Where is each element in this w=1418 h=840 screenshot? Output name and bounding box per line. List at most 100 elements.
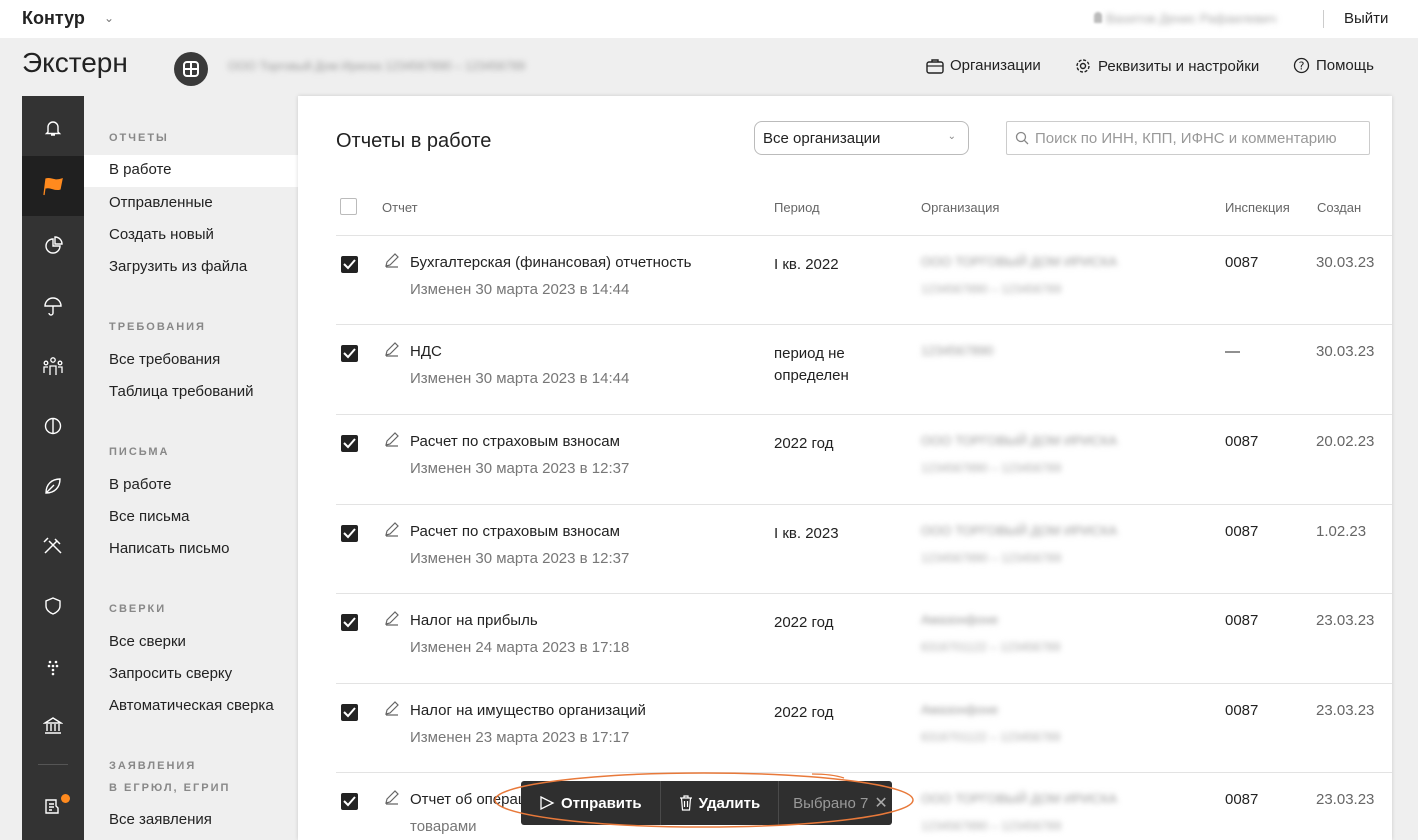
- delete-label: Удалить: [698, 794, 761, 812]
- logout-link[interactable]: Выйти: [1344, 10, 1388, 27]
- report-created: 30.03.23: [1316, 254, 1375, 271]
- rail-security[interactable]: [22, 576, 84, 636]
- send-label: Отправить: [561, 794, 642, 812]
- help-link[interactable]: ? Помощь: [1293, 57, 1374, 74]
- settings-link[interactable]: Реквизиты и настройки: [1074, 57, 1259, 75]
- report-modified: Изменен 24 марта 2023 в 17:18: [410, 639, 630, 656]
- table-row[interactable]: Налог на прибыль Изменен 24 марта 2023 в …: [298, 594, 1392, 683]
- nav-letters-write[interactable]: Написать письмо: [109, 540, 230, 557]
- flag-icon: [43, 177, 63, 196]
- rail-ecology[interactable]: [22, 456, 84, 516]
- document-icon: [45, 799, 59, 814]
- delete-button[interactable]: Удалить: [661, 781, 779, 825]
- nav-reconciliations-all[interactable]: Все сверки: [109, 633, 186, 650]
- settings-label: Реквизиты и настройки: [1098, 57, 1260, 75]
- report-name[interactable]: Налог на имущество организаций: [410, 702, 646, 719]
- pencil-icon[interactable]: [384, 789, 400, 805]
- column-inspection[interactable]: Инспекция: [1225, 200, 1290, 215]
- report-organization-ids: 6316701122 – 123456789: [921, 730, 1061, 744]
- top-bar: Контур ⌄ Вахитов Денис Рафаилевич Выйти: [0, 0, 1418, 38]
- pencil-icon[interactable]: [384, 700, 400, 716]
- report-name[interactable]: Расчет по страховым взносам: [410, 523, 620, 540]
- gear-icon: [1076, 59, 1090, 73]
- row-checkbox[interactable]: [341, 345, 358, 362]
- rail-insurance[interactable]: [22, 276, 84, 336]
- pencil-icon[interactable]: [384, 610, 400, 626]
- nav-reconciliations-request[interactable]: Запросить сверку: [109, 665, 232, 682]
- report-name[interactable]: Бухгалтерская (финансовая) отчетность: [410, 254, 691, 271]
- row-checkbox[interactable]: [341, 256, 358, 273]
- table-row[interactable]: Налог на имущество организаций Изменен 23…: [298, 684, 1392, 773]
- table-row[interactable]: НДС Изменен 30 марта 2023 в 14:44 период н…: [298, 325, 1392, 414]
- report-name[interactable]: Расчет по страховым взносам: [410, 433, 620, 450]
- org-name[interactable]: ООО Торговый Дом Ириска 1234567890 – 123…: [228, 59, 525, 73]
- rail-statistics[interactable]: [22, 216, 84, 276]
- rail-reports[interactable]: [22, 156, 84, 216]
- product-title[interactable]: Экстерн: [22, 47, 128, 79]
- report-name[interactable]: Налог на прибыль: [410, 612, 538, 629]
- rail-documents[interactable]: [22, 776, 84, 836]
- nav-reports-sent[interactable]: Отправленные: [109, 194, 213, 211]
- report-organization: ООО ТОРГОВЫЙ ДОМ ИРИСКА: [921, 433, 1117, 448]
- chevron-down-icon: ⌄: [947, 131, 956, 142]
- report-period: период не определен: [774, 345, 849, 384]
- send-button[interactable]: Отправить: [521, 781, 660, 825]
- pencil-icon[interactable]: [384, 252, 400, 268]
- rail-alcohol[interactable]: [22, 636, 84, 696]
- report-organization-ids: 1234567890 – 123456789: [921, 551, 1062, 565]
- nav-reports-in-progress[interactable]: В работе: [109, 161, 172, 178]
- pencil-icon[interactable]: [384, 341, 400, 357]
- report-inspection: 0087: [1225, 702, 1259, 719]
- rail-finance[interactable]: [22, 396, 84, 456]
- report-period: 2022 год: [774, 614, 834, 631]
- nav-demands-all[interactable]: Все требования: [109, 351, 220, 368]
- rail-bank[interactable]: [22, 696, 84, 756]
- user-name[interactable]: Вахитов Денис Рафаилевич: [1106, 11, 1276, 26]
- section-title-reconciliations: СВЕРКИ: [109, 603, 167, 615]
- nav-reports-create[interactable]: Создать новый: [109, 226, 214, 243]
- nav-letters-in-progress[interactable]: В работе: [109, 476, 172, 493]
- chevron-down-icon[interactable]: ⌄: [104, 11, 114, 25]
- nav-demands-table[interactable]: Таблица требований: [109, 383, 254, 400]
- row-checkbox[interactable]: [341, 704, 358, 721]
- organizations-link[interactable]: Организации: [926, 57, 1041, 74]
- rail-divider: [38, 764, 68, 765]
- report-modified: Изменен 30 марта 2023 в 12:37: [410, 460, 630, 477]
- nav-reconciliations-auto[interactable]: Автоматическая сверка: [109, 697, 274, 714]
- bell-icon: [44, 121, 62, 136]
- help-icon: ?: [1293, 57, 1310, 74]
- report-organization: ООО ТОРГОВЫЙ ДОМ ИРИСКА: [921, 254, 1117, 269]
- org-filter-select[interactable]: Все организации ⌄: [754, 121, 969, 155]
- pencil-icon[interactable]: [384, 431, 400, 447]
- report-name[interactable]: Отчет об операц: [410, 791, 526, 808]
- nav-letters-all[interactable]: Все письма: [109, 508, 190, 525]
- select-all-checkbox[interactable]: [340, 198, 357, 215]
- report-organization: Амазонфоне: [921, 702, 999, 717]
- brand-logo[interactable]: Контур: [22, 8, 85, 29]
- table-row[interactable]: Бухгалтерская (финансовая) отчетность Изм…: [298, 236, 1392, 325]
- nav-reports-upload[interactable]: Загрузить из файла: [109, 258, 247, 275]
- rail-people[interactable]: [22, 336, 84, 396]
- row-checkbox[interactable]: [341, 525, 358, 542]
- search-input[interactable]: [1035, 128, 1365, 148]
- table-row[interactable]: Расчет по страховым взносам Изменен 30 ма…: [298, 505, 1392, 594]
- column-created[interactable]: Создан: [1317, 200, 1361, 215]
- rail-notifications[interactable]: [22, 98, 84, 158]
- table-row[interactable]: Расчет по страховым взносам Изменен 30 ма…: [298, 415, 1392, 504]
- send-icon: [540, 796, 555, 810]
- org-switcher-button[interactable]: [174, 52, 208, 86]
- trash-icon: [679, 795, 692, 811]
- column-organization[interactable]: Организация: [921, 200, 999, 215]
- row-checkbox[interactable]: [341, 435, 358, 452]
- column-period[interactable]: Период: [774, 200, 820, 215]
- report-modified: Изменен 23 марта 2023 в 17:17: [410, 729, 630, 746]
- report-name[interactable]: НДС: [410, 343, 442, 360]
- pencil-icon[interactable]: [384, 521, 400, 537]
- column-report[interactable]: Отчет: [382, 200, 418, 215]
- row-checkbox[interactable]: [341, 793, 358, 810]
- row-checkbox[interactable]: [341, 614, 358, 631]
- rail-tools[interactable]: [22, 516, 84, 576]
- search-field[interactable]: [1006, 121, 1370, 155]
- close-icon[interactable]: ✕: [868, 793, 887, 813]
- nav-applications-all[interactable]: Все заявления: [109, 811, 212, 828]
